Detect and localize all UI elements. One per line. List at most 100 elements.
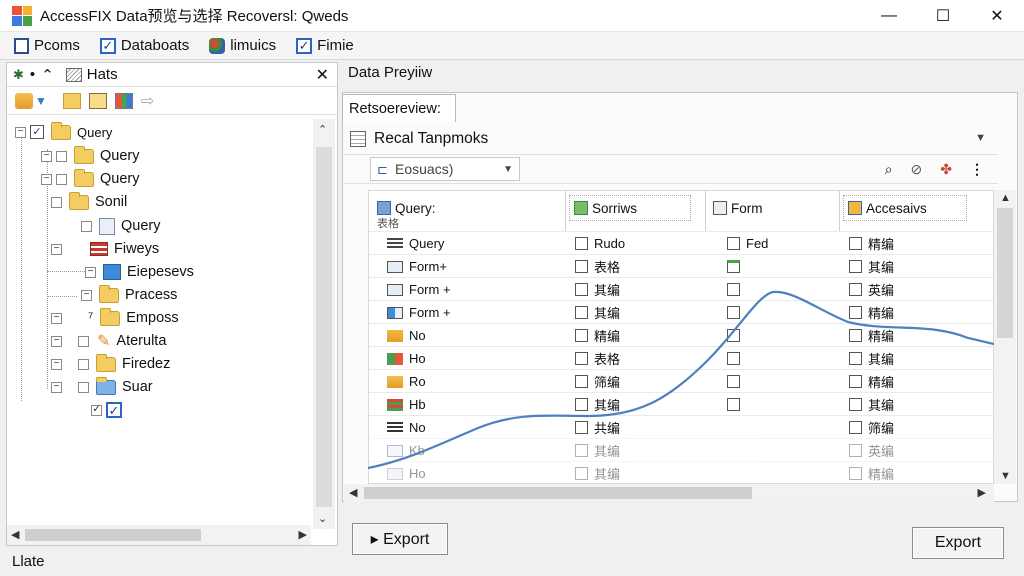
table-row[interactable]: No 共编 筛编 (369, 415, 993, 438)
grid-horizontal-scrollbar[interactable]: ◀ ▶ (344, 484, 994, 502)
table-row[interactable]: Form + 其编 英编 (369, 277, 993, 300)
checkbox-icon[interactable] (575, 306, 588, 319)
checkbox-icon[interactable] (727, 398, 740, 411)
expander-icon[interactable]: − (15, 126, 26, 138)
table-row[interactable]: Query Rudo Fed 精编 (369, 231, 993, 254)
clipboard-icon[interactable] (88, 92, 107, 109)
tree-vertical-scrollbar[interactable]: ⌃ ⌄ (313, 119, 335, 529)
expander-icon[interactable]: − (51, 312, 62, 324)
row-form-cell[interactable] (727, 327, 746, 344)
checkbox-icon[interactable] (727, 329, 740, 342)
row-accesaivs-cell[interactable]: 精编 (849, 304, 894, 321)
checkbox-icon[interactable] (575, 421, 588, 434)
tree-node-eiepesevs[interactable]: − Eiepesevs (51, 261, 194, 283)
chevron-up-icon[interactable]: ⌃ (41, 66, 54, 84)
row-form-cell[interactable] (727, 350, 746, 367)
expander-icon[interactable]: − (51, 243, 62, 255)
tree-node-emposs[interactable]: − ⁷ Emposs (51, 307, 179, 329)
maximize-button[interactable]: ☐ (916, 0, 970, 32)
table-row[interactable]: Form + 其编 精编 (369, 300, 993, 323)
puzzle-icon[interactable]: ✤ (940, 161, 952, 178)
minimize-button[interactable]: — (862, 0, 916, 32)
source-combo[interactable]: ⊏ Eosuacs) ▼ (370, 157, 520, 181)
checkbox-icon[interactable] (727, 260, 740, 273)
row-sorriws-cell[interactable]: Rudo (575, 235, 625, 252)
menu-databoats[interactable]: ✓ Databoats (99, 37, 189, 54)
folder-open-icon[interactable] (62, 92, 81, 109)
tree-node-query-1[interactable]: − Query (41, 145, 140, 167)
row-accesaivs-cell[interactable]: 精编 (849, 235, 894, 252)
chevron-down-icon[interactable]: ▼ (975, 132, 986, 144)
checkbox-icon[interactable] (849, 283, 862, 296)
expander-icon[interactable]: − (41, 150, 52, 162)
row-accesaivs-cell[interactable]: 英编 (849, 442, 894, 459)
checkbox-icon[interactable] (575, 467, 588, 480)
row-accesaivs-cell[interactable]: 其编 (849, 350, 894, 367)
checkbox-icon[interactable] (727, 237, 740, 250)
row-sorriws-cell[interactable]: 其编 (575, 442, 620, 459)
menu-pcoms[interactable]: Pcoms (14, 37, 80, 54)
table-row[interactable]: No 精编 精编 (369, 323, 993, 346)
checkbox-icon[interactable]: ✓ (91, 404, 102, 416)
tree-node-firedez[interactable]: − Firedez (51, 353, 170, 375)
menu-limuics[interactable]: limuics (209, 37, 276, 54)
checkbox-icon[interactable] (849, 329, 862, 342)
table-row[interactable]: Ho 表格 其编 (369, 346, 993, 369)
row-form-cell[interactable] (727, 281, 746, 298)
close-icon[interactable]: ✕ (316, 65, 329, 85)
row-accesaivs-cell[interactable]: 精编 (849, 327, 894, 344)
row-sorriws-cell[interactable]: 其编 (575, 465, 620, 482)
checkbox-icon[interactable]: ✓ (106, 402, 122, 418)
checkbox-icon[interactable] (727, 375, 740, 388)
section-header[interactable]: Recal Tanpmoks ▼ (344, 124, 1016, 154)
pin-icon[interactable]: ✱ (13, 67, 24, 83)
export-button-left[interactable]: ▸ Export (352, 523, 448, 555)
scroll-left-icon[interactable]: ◀ (11, 528, 19, 541)
column-header-form[interactable]: Form (709, 195, 835, 221)
checkbox-icon[interactable] (849, 260, 862, 273)
scroll-up-icon[interactable]: ⌃ (318, 123, 327, 136)
checkbox-icon[interactable] (81, 220, 92, 232)
expander-icon[interactable]: − (41, 173, 52, 185)
table-row[interactable]: Ro 筛编 精编 (369, 369, 993, 392)
grid-vertical-scrollbar[interactable]: ▲ ▼ (994, 190, 1016, 484)
row-sorriws-cell[interactable]: 表格 (575, 258, 620, 275)
row-sorriws-cell[interactable]: 其编 (575, 396, 620, 413)
checkbox-icon[interactable] (51, 196, 62, 208)
tree-node-fiweys[interactable]: − Fiweys (51, 238, 159, 260)
checkbox-icon[interactable] (575, 260, 588, 273)
expander-icon[interactable]: − (85, 266, 96, 278)
tree-node-checked[interactable]: ✓ ✓ (91, 399, 122, 421)
row-sorriws-cell[interactable]: 筛编 (575, 373, 620, 390)
checkbox-icon[interactable] (575, 444, 588, 457)
arrow-right-icon[interactable]: ⇨ (141, 91, 154, 111)
checkbox-icon[interactable] (78, 358, 89, 370)
checkbox-icon[interactable] (56, 150, 67, 162)
checkbox-icon[interactable] (849, 237, 862, 250)
checkbox-icon[interactable] (849, 444, 862, 457)
column-header-accesaivs[interactable]: Accesaivs (843, 195, 967, 221)
scroll-right-icon[interactable]: ▶ (299, 528, 307, 541)
tab-preview[interactable]: Retsoereview: (342, 94, 456, 122)
scroll-thumb[interactable] (25, 529, 201, 541)
row-accesaivs-cell[interactable]: 筛编 (849, 419, 894, 436)
chart-icon[interactable] (114, 92, 133, 109)
scroll-up-icon[interactable]: ▲ (1000, 192, 1011, 204)
checkbox-icon[interactable] (575, 283, 588, 296)
row-accesaivs-cell[interactable]: 英编 (849, 281, 894, 298)
tree-node-sonil[interactable]: Sonil (51, 191, 127, 213)
expander-icon[interactable]: − (51, 381, 62, 393)
checkbox-icon[interactable] (78, 335, 89, 347)
checkbox-icon[interactable] (849, 306, 862, 319)
row-sorriws-cell[interactable]: 精编 (575, 327, 620, 344)
tree-node-query-root[interactable]: − ✓ Query (15, 121, 112, 143)
tree-horizontal-scrollbar[interactable]: ◀ ▶ (7, 525, 311, 545)
checkbox-icon[interactable] (575, 237, 588, 250)
row-accesaivs-cell[interactable]: 精编 (849, 465, 894, 482)
scroll-down-icon[interactable]: ⌄ (318, 512, 327, 525)
scroll-down-icon[interactable]: ▼ (1000, 470, 1011, 482)
checkbox-icon[interactable] (78, 381, 89, 393)
row-form-cell[interactable]: Fed (727, 235, 768, 252)
checkbox-icon[interactable] (849, 421, 862, 434)
scroll-thumb[interactable] (316, 147, 332, 507)
